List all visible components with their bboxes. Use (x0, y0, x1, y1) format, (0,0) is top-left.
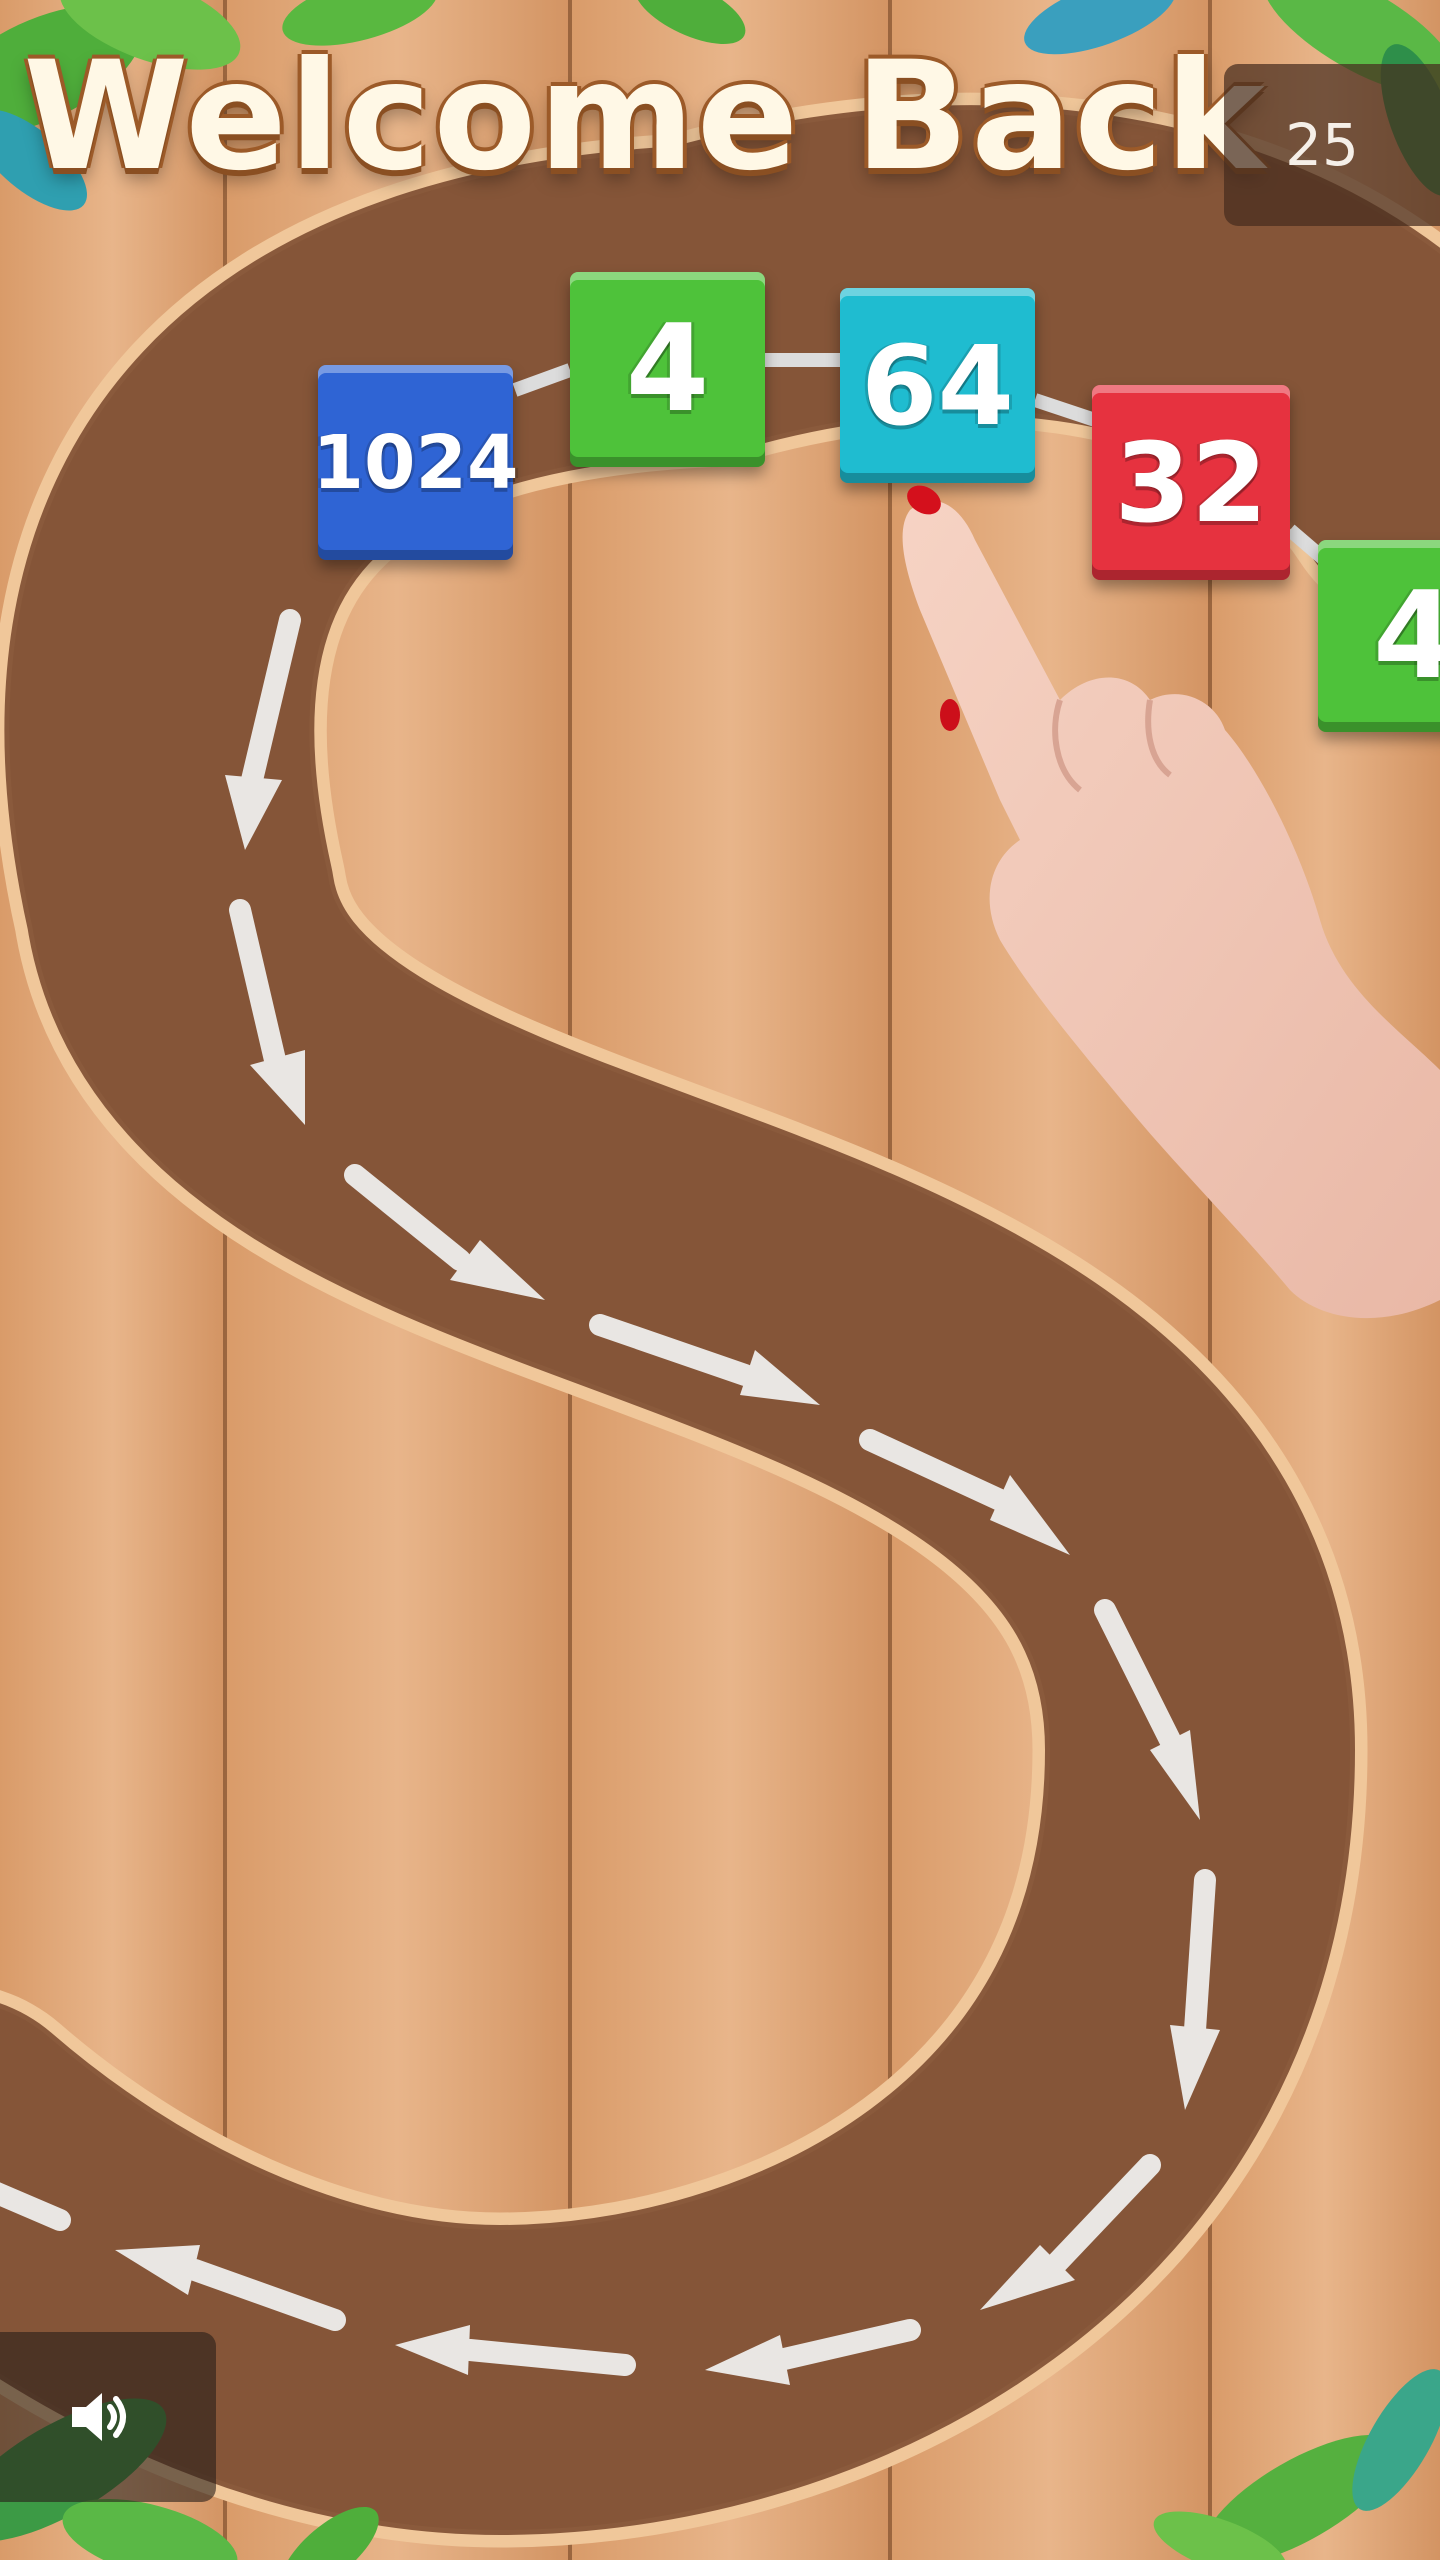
number-tile-64[interactable]: 64 (840, 288, 1035, 483)
timer-value: 25 (1285, 111, 1359, 179)
tile-value: 64 (860, 321, 1015, 450)
tile-value: 4 (625, 300, 710, 439)
tutorial-hand-icon (902, 485, 1440, 1319)
countdown-timer: 25 (1224, 64, 1440, 226)
number-tile-1024[interactable]: 1024 (313, 365, 518, 560)
tile-value: 1024 (312, 419, 519, 506)
speaker-icon (72, 2393, 126, 2441)
number-tile-4[interactable]: 4 (570, 272, 765, 467)
sound-toggle-button[interactable] (0, 2332, 216, 2502)
